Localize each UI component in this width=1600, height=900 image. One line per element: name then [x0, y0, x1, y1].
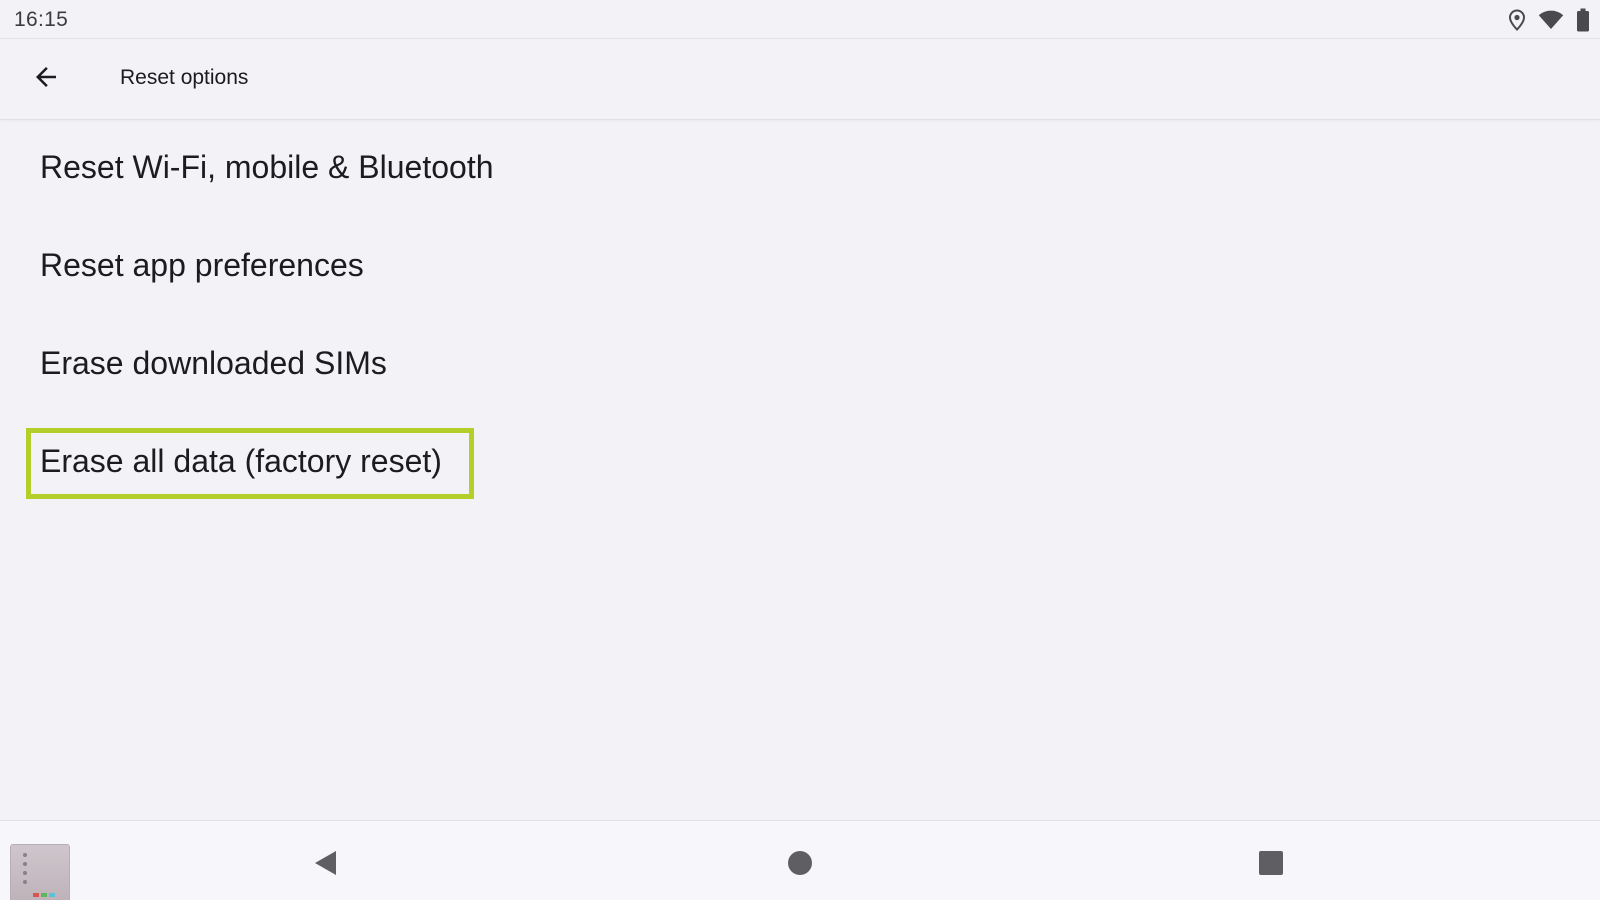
nav-back-button[interactable] [302, 841, 350, 889]
status-bar: 16:15 [0, 0, 1600, 39]
battery-icon [1576, 8, 1590, 32]
nav-recents-button[interactable] [1247, 841, 1295, 889]
thumbnail-bar [49, 893, 55, 897]
nav-home-button[interactable] [776, 841, 824, 889]
list-item-label: Erase downloaded SIMs [40, 345, 387, 381]
list-item-label: Reset app preferences [40, 247, 364, 283]
list-item-factory-reset[interactable]: Erase all data (factory reset) [0, 414, 1600, 512]
location-icon [1508, 9, 1526, 31]
thumbnail-dot [23, 880, 27, 884]
thumbnail-bar [33, 893, 39, 897]
list-item-reset-network[interactable]: Reset Wi-Fi, mobile & Bluetooth [0, 120, 1600, 218]
thumbnail-bar [41, 893, 47, 897]
nav-back-icon [312, 849, 340, 882]
settings-screen: 16:15 Reset options Reset Wi-Fi, mobile … [0, 0, 1600, 900]
status-icons [1508, 8, 1590, 32]
list-item-reset-app-preferences[interactable]: Reset app preferences [0, 218, 1600, 316]
app-bar: Reset options [0, 39, 1600, 120]
nav-recents-icon [1258, 850, 1284, 881]
page-title: Reset options [120, 66, 249, 89]
thumbnail-dot [23, 862, 27, 866]
wifi-icon [1538, 9, 1564, 31]
thumbnail-dot [23, 853, 27, 857]
list-item-label: Reset Wi-Fi, mobile & Bluetooth [40, 149, 494, 185]
back-button[interactable] [22, 55, 70, 103]
list-item-erase-sims[interactable]: Erase downloaded SIMs [0, 316, 1600, 414]
list-item-label: Erase all data (factory reset) [40, 443, 442, 479]
app-thumbnail[interactable] [10, 844, 70, 900]
nav-home-icon [787, 850, 813, 881]
arrow-back-icon [31, 62, 61, 97]
thumbnail-dot [23, 871, 27, 875]
navigation-bar [0, 820, 1600, 900]
status-time: 16:15 [14, 8, 69, 31]
reset-options-list: Reset Wi-Fi, mobile & Bluetooth Reset ap… [0, 120, 1600, 512]
